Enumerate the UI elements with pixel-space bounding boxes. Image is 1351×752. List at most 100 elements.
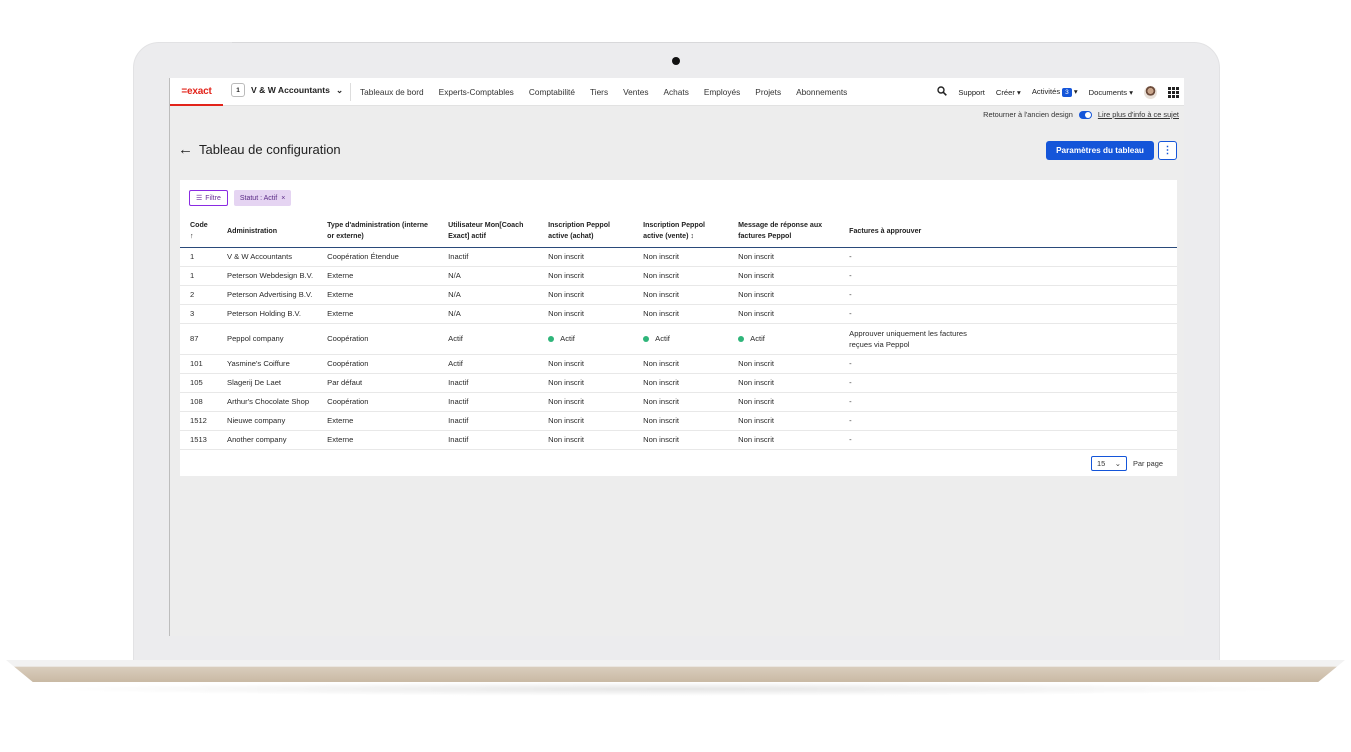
more-options-button[interactable]: ⋮ [1158,141,1177,160]
filter-button[interactable]: ☰ Filtre [189,190,228,206]
documents-menu[interactable]: Documents ▾ [1089,88,1133,97]
cell-type: Externe [317,285,439,305]
app-grid-icon[interactable] [1168,86,1179,98]
cell-invoices-to-approve: - [839,247,1177,267]
header-peppol-purchase[interactable]: Inscription Peppol active (achat) [538,216,634,248]
cell-peppol-sales: Non inscrit [633,304,729,324]
header-code[interactable]: Code ↑ [180,216,217,248]
cell-text: Externe [327,290,354,299]
cell-text: Externe [327,271,354,280]
table-settings-button[interactable]: Paramètres du tableau [1046,141,1154,160]
cell-text: - [849,416,852,425]
support-link[interactable]: Support [958,88,985,97]
cell-text: Non inscrit [548,397,584,406]
cell-text: 108 [190,397,203,406]
cell-text: Par défaut [327,378,363,387]
cell-text: Non inscrit [548,378,584,387]
cell-invoices-to-approve: - [839,373,1177,393]
menu-experts-comptables[interactable]: Experts-Comptables [439,87,514,97]
header-type[interactable]: Type d'administration (interne or extern… [317,216,439,248]
learn-more-link[interactable]: Lire plus d'info à ce sujet [1098,110,1179,119]
table-row[interactable]: 1 V & W Accountants Coopération Étendue Ina… [180,247,1177,267]
search-icon[interactable] [937,86,948,98]
activities-label: Activités [1031,87,1061,96]
table-panel: ☰ Filtre Statut : Actif × Code ↑ Adminis… [180,180,1177,476]
cell-type: Par défaut [317,373,439,393]
cell-text: - [849,252,852,261]
cell-peppol-purchase: Actif [538,323,634,355]
cell-code: 1513 [180,430,217,450]
cell-administration: Peterson Advertising B.V. [217,285,318,305]
menu-achats[interactable]: Achats [663,87,688,97]
cell-coach-user: Inactif [438,430,539,450]
create-menu[interactable]: Créer ▾ [996,88,1021,97]
cell-text: Externe [327,416,354,425]
cell-text: Actif [655,334,670,343]
table-row[interactable]: 3 Peterson Holding B.V. Externe N/A Non insc… [180,304,1177,324]
design-toggle[interactable] [1078,110,1092,119]
header-coach-user[interactable]: Utilisateur Mon[Coach Exact] actif [438,216,539,248]
table-row[interactable]: 1 Peterson Webdesign B.V. Externe N/A Non in… [180,266,1177,286]
cell-text: - [849,290,852,299]
menu-employes[interactable]: Employés [704,87,740,97]
cell-text: Non inscrit [738,378,774,387]
cell-text: Non inscrit [738,397,774,406]
menu-tiers[interactable]: Tiers [590,87,608,97]
table-row[interactable]: 1513 Another company Externe Inactif Non ins… [180,430,1177,450]
table-row[interactable]: 101 Yasmine's Coiffure Coopération Actif Non… [180,354,1177,374]
header-administration[interactable]: Administration [217,216,318,248]
table-row[interactable]: 1512 Nieuwe company Externe Inactif Non insc… [180,411,1177,431]
avatar[interactable] [1144,85,1157,99]
cell-peppol-sales: Non inscrit [633,354,729,374]
cell-text: Approuver uniquement les factures reçues… [849,328,967,349]
old-design-label: Retourner à l'ancien design [983,110,1073,119]
company-switcher[interactable]: 1 V & W Accountants ⌄ [231,83,343,97]
cell-administration: Arthur's Chocolate Shop [217,392,318,412]
cell-invoices-to-approve: - [839,304,1177,324]
header-invoices-to-approve[interactable]: Factures à approuver [839,216,1177,248]
laptop-shadow [40,682,1311,696]
cell-text: Peterson Holding B.V. [227,309,302,318]
cell-peppol-purchase: Non inscrit [538,411,634,431]
cell-text: Non inscrit [548,416,584,425]
exact-logo[interactable]: =exact [170,78,223,106]
configuration-table: Code ↑ Administration Type d'administrat… [180,216,1177,450]
page-title: Tableau de configuration [199,142,341,157]
menu-ventes[interactable]: Ventes [623,87,648,97]
menu-abonnements[interactable]: Abonnements [796,87,847,97]
header-peppol-reply[interactable]: Message de réponse aux factures Peppol [728,216,840,248]
cell-type: Coopération [317,323,439,355]
cell-code: 1512 [180,411,217,431]
cell-invoices-to-approve: - [839,266,1177,286]
cell-code: 101 [180,354,217,374]
laptop-lid-edge [232,42,1120,43]
cell-text: Peppol company [227,334,284,343]
header-peppol-sales[interactable]: Inscription Peppol active (vente) ↕ [633,216,729,248]
menu-projets[interactable]: Projets [755,87,781,97]
close-icon[interactable]: × [281,195,285,202]
cell-peppol-purchase: Non inscrit [538,285,634,305]
table-row[interactable]: 2 Peterson Advertising B.V. Externe N/A Non … [180,285,1177,305]
cell-administration: Peterson Holding B.V. [217,304,318,324]
status-dot-icon [548,336,555,342]
cell-administration: V & W Accountants [217,247,318,267]
cell-peppol-sales: Non inscrit [633,247,729,267]
page-size-select[interactable]: 15 ⌄ [1091,456,1127,471]
page-header: ← Tableau de configuration [178,142,341,157]
cell-text: Non inscrit [548,271,584,280]
menu-tableaux-de-bord[interactable]: Tableaux de bord [360,87,424,97]
cell-coach-user: Actif [438,354,539,374]
menu-comptabilite[interactable]: Comptabilité [529,87,575,97]
filter-icon: ☰ [196,195,203,202]
table-row[interactable]: 87 Peppol company Coopération Actif Actif Act… [180,323,1177,355]
table-row[interactable]: 105 Slagerij De Laet Par défaut Inactif Non … [180,373,1177,393]
status-filter-chip[interactable]: Statut : Actif × [233,190,292,206]
cell-code: 87 [180,323,217,355]
table-row[interactable]: 108 Arthur's Chocolate Shop Coopération Ina… [180,392,1177,412]
cell-text: Peterson Webdesign B.V. [227,271,314,280]
per-page-label: Par page [1133,459,1163,468]
cell-text: N/A [448,309,461,318]
activities-menu[interactable]: Activités 3 ▾ [1032,87,1078,97]
cell-text: Inactif [448,397,469,406]
back-arrow-icon[interactable]: ← [178,142,193,157]
